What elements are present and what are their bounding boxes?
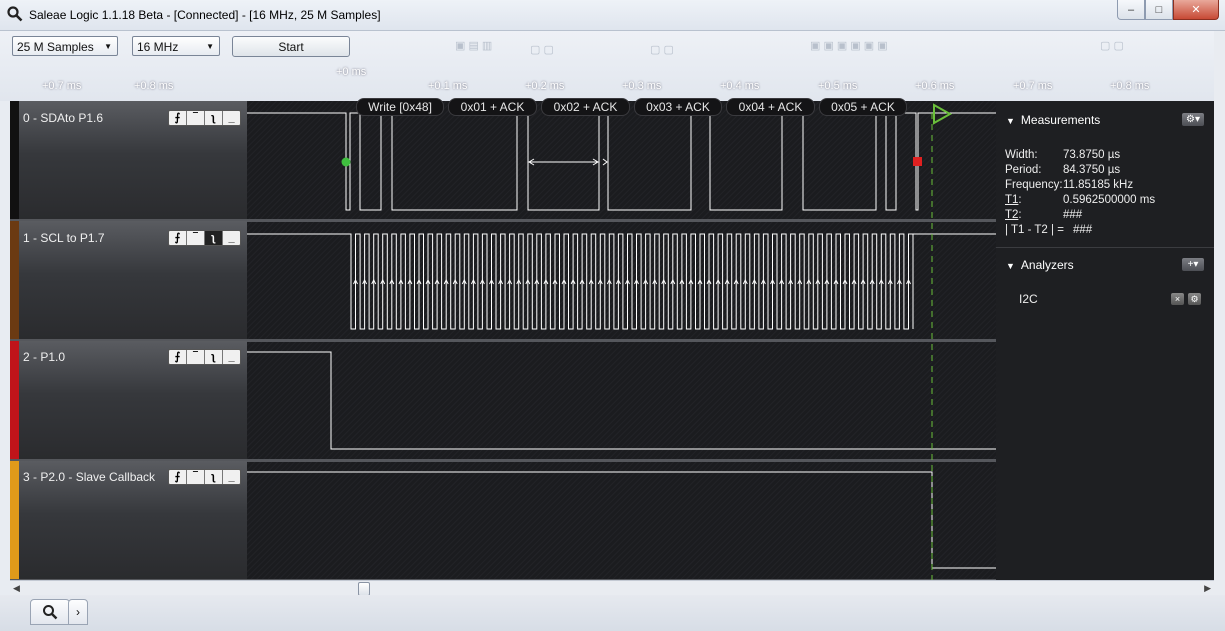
channel-2-label[interactable]: 2 - P1.0 — [23, 350, 65, 364]
side-panel: ▼ Measurements ⚙▾ Width: 73.8750 µs Period… — [996, 101, 1214, 580]
channel-0-label[interactable]: 0 - SDAto P1.6 — [23, 111, 103, 125]
waveform-canvas — [10, 101, 996, 580]
falling-edge-icon[interactable]: ʅ — [205, 470, 223, 484]
channel-3-label[interactable]: 3 - P2.0 - Slave Callback — [23, 470, 155, 484]
search-tab[interactable] — [30, 599, 70, 625]
window-title: Saleae Logic 1.1.18 Beta - [Connected] -… — [29, 8, 381, 22]
rate-select[interactable]: 16 MHz ▼ — [132, 36, 220, 56]
rising-edge-icon[interactable]: ⨍ — [169, 231, 187, 245]
falling-edge-icon[interactable]: ʅ — [205, 231, 223, 245]
measurements-title: Measurements — [1020, 113, 1101, 127]
channel-color-strip — [10, 341, 19, 459]
low-level-icon[interactable]: _ — [223, 470, 240, 484]
time-tick: +0.7 ms — [1013, 80, 1053, 92]
channel-color-strip — [10, 461, 19, 579]
low-level-icon[interactable]: _ — [223, 350, 240, 364]
high-level-icon[interactable]: ‾ — [187, 111, 205, 125]
scroll-left-icon[interactable]: ◀ — [13, 581, 20, 596]
samples-select-value: 25 M Samples — [17, 40, 94, 54]
add-analyzer-button[interactable]: +▾ — [1182, 258, 1204, 271]
channel-color-strip — [10, 101, 19, 219]
frequency-value: 11.85185 kHz — [1063, 179, 1134, 191]
time-tick: +0.1 ms — [428, 80, 468, 92]
maximize-button[interactable]: □ — [1145, 0, 1173, 20]
width-value: 73.8750 µs — [1063, 149, 1121, 161]
i2c-frame-tag[interactable]: 0x02 + ACK — [541, 98, 630, 116]
diff-value: ### — [1073, 224, 1093, 236]
channel-1-label[interactable]: 1 - SCL to P1.7 — [23, 231, 105, 245]
time-tick: +0.4 ms — [720, 80, 760, 92]
magnifier-app-icon — [7, 6, 23, 22]
diff-label: | T1 - T2 | = — [1005, 224, 1064, 236]
channel-3-trigger-buttons[interactable]: ⨍ ‾ ʅ _ — [168, 469, 241, 485]
time-tick: +0.2 ms — [525, 80, 565, 92]
low-level-icon[interactable]: _ — [223, 231, 240, 245]
time-tick: +0.5 ms — [818, 80, 858, 92]
t2-value: ### — [1063, 209, 1083, 221]
green-start-marker-icon — [341, 157, 351, 167]
analyzer-settings-gear-icon[interactable]: ⚙ — [1188, 293, 1201, 305]
i2c-frame-tag[interactable]: 0x05 + ACK — [819, 98, 907, 116]
red-stop-marker-icon — [913, 157, 922, 166]
measurements-settings-gear-icon[interactable]: ⚙▾ — [1182, 113, 1204, 126]
t1-label[interactable]: T1 — [1005, 194, 1018, 206]
channel-2-trigger-buttons[interactable]: ⨍ ‾ ʅ _ — [168, 349, 241, 365]
time-tick: +0.3 ms — [622, 80, 662, 92]
vertical-scrollbar[interactable] — [1214, 31, 1225, 595]
chevron-down-icon: ▼ — [104, 42, 112, 51]
collapse-triangle-icon: ▼ — [1006, 261, 1015, 271]
analyzers-header[interactable]: ▼ Analyzers — [1006, 258, 1074, 272]
rising-edge-icon[interactable]: ⨍ — [169, 470, 187, 484]
width-label: Width: — [1005, 149, 1038, 161]
title-bar: Saleae Logic 1.1.18 Beta - [Connected] -… — [0, 0, 1225, 31]
chevron-down-icon: ▼ — [206, 42, 214, 51]
analyzers-title: Analyzers — [1020, 258, 1074, 272]
falling-edge-icon[interactable]: ʅ — [205, 111, 223, 125]
i2c-frame-tag[interactable]: Write [0x48] — [356, 98, 444, 116]
high-level-icon[interactable]: ‾ — [187, 470, 205, 484]
remove-analyzer-close-icon[interactable]: × — [1171, 293, 1184, 305]
measurements-header[interactable]: ▼ Measurements — [1006, 113, 1100, 127]
period-label: Period: — [1005, 164, 1042, 176]
rate-select-value: 16 MHz — [137, 40, 179, 54]
rising-edge-icon[interactable]: ⨍ — [169, 111, 187, 125]
time-ruler: +0.7 ms +0.8 ms +0 ms +0.1 ms +0.2 ms +0… — [0, 66, 1225, 98]
search-icon — [43, 605, 58, 620]
scrollbar-thumb[interactable] — [358, 582, 370, 596]
i2c-frame-tag[interactable]: 0x03 + ACK — [634, 98, 722, 116]
channel-1-trigger-buttons[interactable]: ⨍ ‾ ʅ _ — [168, 230, 241, 246]
start-button[interactable]: Start — [232, 36, 350, 57]
period-value: 84.3750 µs — [1063, 164, 1121, 176]
time-tick: +0 ms — [336, 66, 367, 78]
scroll-right-icon[interactable]: ▶ — [1204, 581, 1211, 596]
time-tick: +0.8 ms — [1110, 80, 1150, 92]
i2c-frame-tag[interactable]: 0x01 + ACK — [448, 98, 537, 116]
channel-color-strip — [10, 221, 19, 339]
expand-tab[interactable]: › — [68, 599, 88, 625]
chevron-right-icon: › — [76, 605, 80, 619]
high-level-icon[interactable]: ‾ — [187, 231, 205, 245]
panel-divider — [996, 247, 1214, 248]
bottom-bar — [0, 595, 1225, 631]
i2c-frame-tag[interactable]: 0x04 + ACK — [726, 98, 815, 116]
horizontal-scrollbar[interactable]: ◀ ▶ — [10, 580, 1214, 596]
frequency-label: Frequency: — [1005, 179, 1063, 191]
close-button[interactable]: ✕ — [1173, 0, 1219, 20]
measurements-values: Width: 73.8750 µs Period: 84.3750 µs Frequ… — [1005, 149, 1156, 236]
minimize-button[interactable]: – — [1117, 0, 1145, 20]
analyzer-item[interactable]: I2C — [1019, 292, 1038, 306]
collapse-triangle-icon: ▼ — [1006, 116, 1015, 126]
samples-select[interactable]: 25 M Samples ▼ — [12, 36, 118, 56]
high-level-icon[interactable]: ‾ — [187, 350, 205, 364]
low-level-icon[interactable]: _ — [223, 111, 240, 125]
t1-value: 0.5962500000 ms — [1063, 194, 1156, 206]
time-tick: +0.8 ms — [134, 80, 174, 92]
falling-edge-icon[interactable]: ʅ — [205, 350, 223, 364]
t2-label[interactable]: T2 — [1005, 209, 1018, 221]
time-tick: +0.6 ms — [915, 80, 955, 92]
rising-edge-icon[interactable]: ⨍ — [169, 350, 187, 364]
channel-0-trigger-buttons[interactable]: ⨍ ‾ ʅ _ — [168, 110, 241, 126]
time-tick: +0.7 ms — [42, 80, 82, 92]
